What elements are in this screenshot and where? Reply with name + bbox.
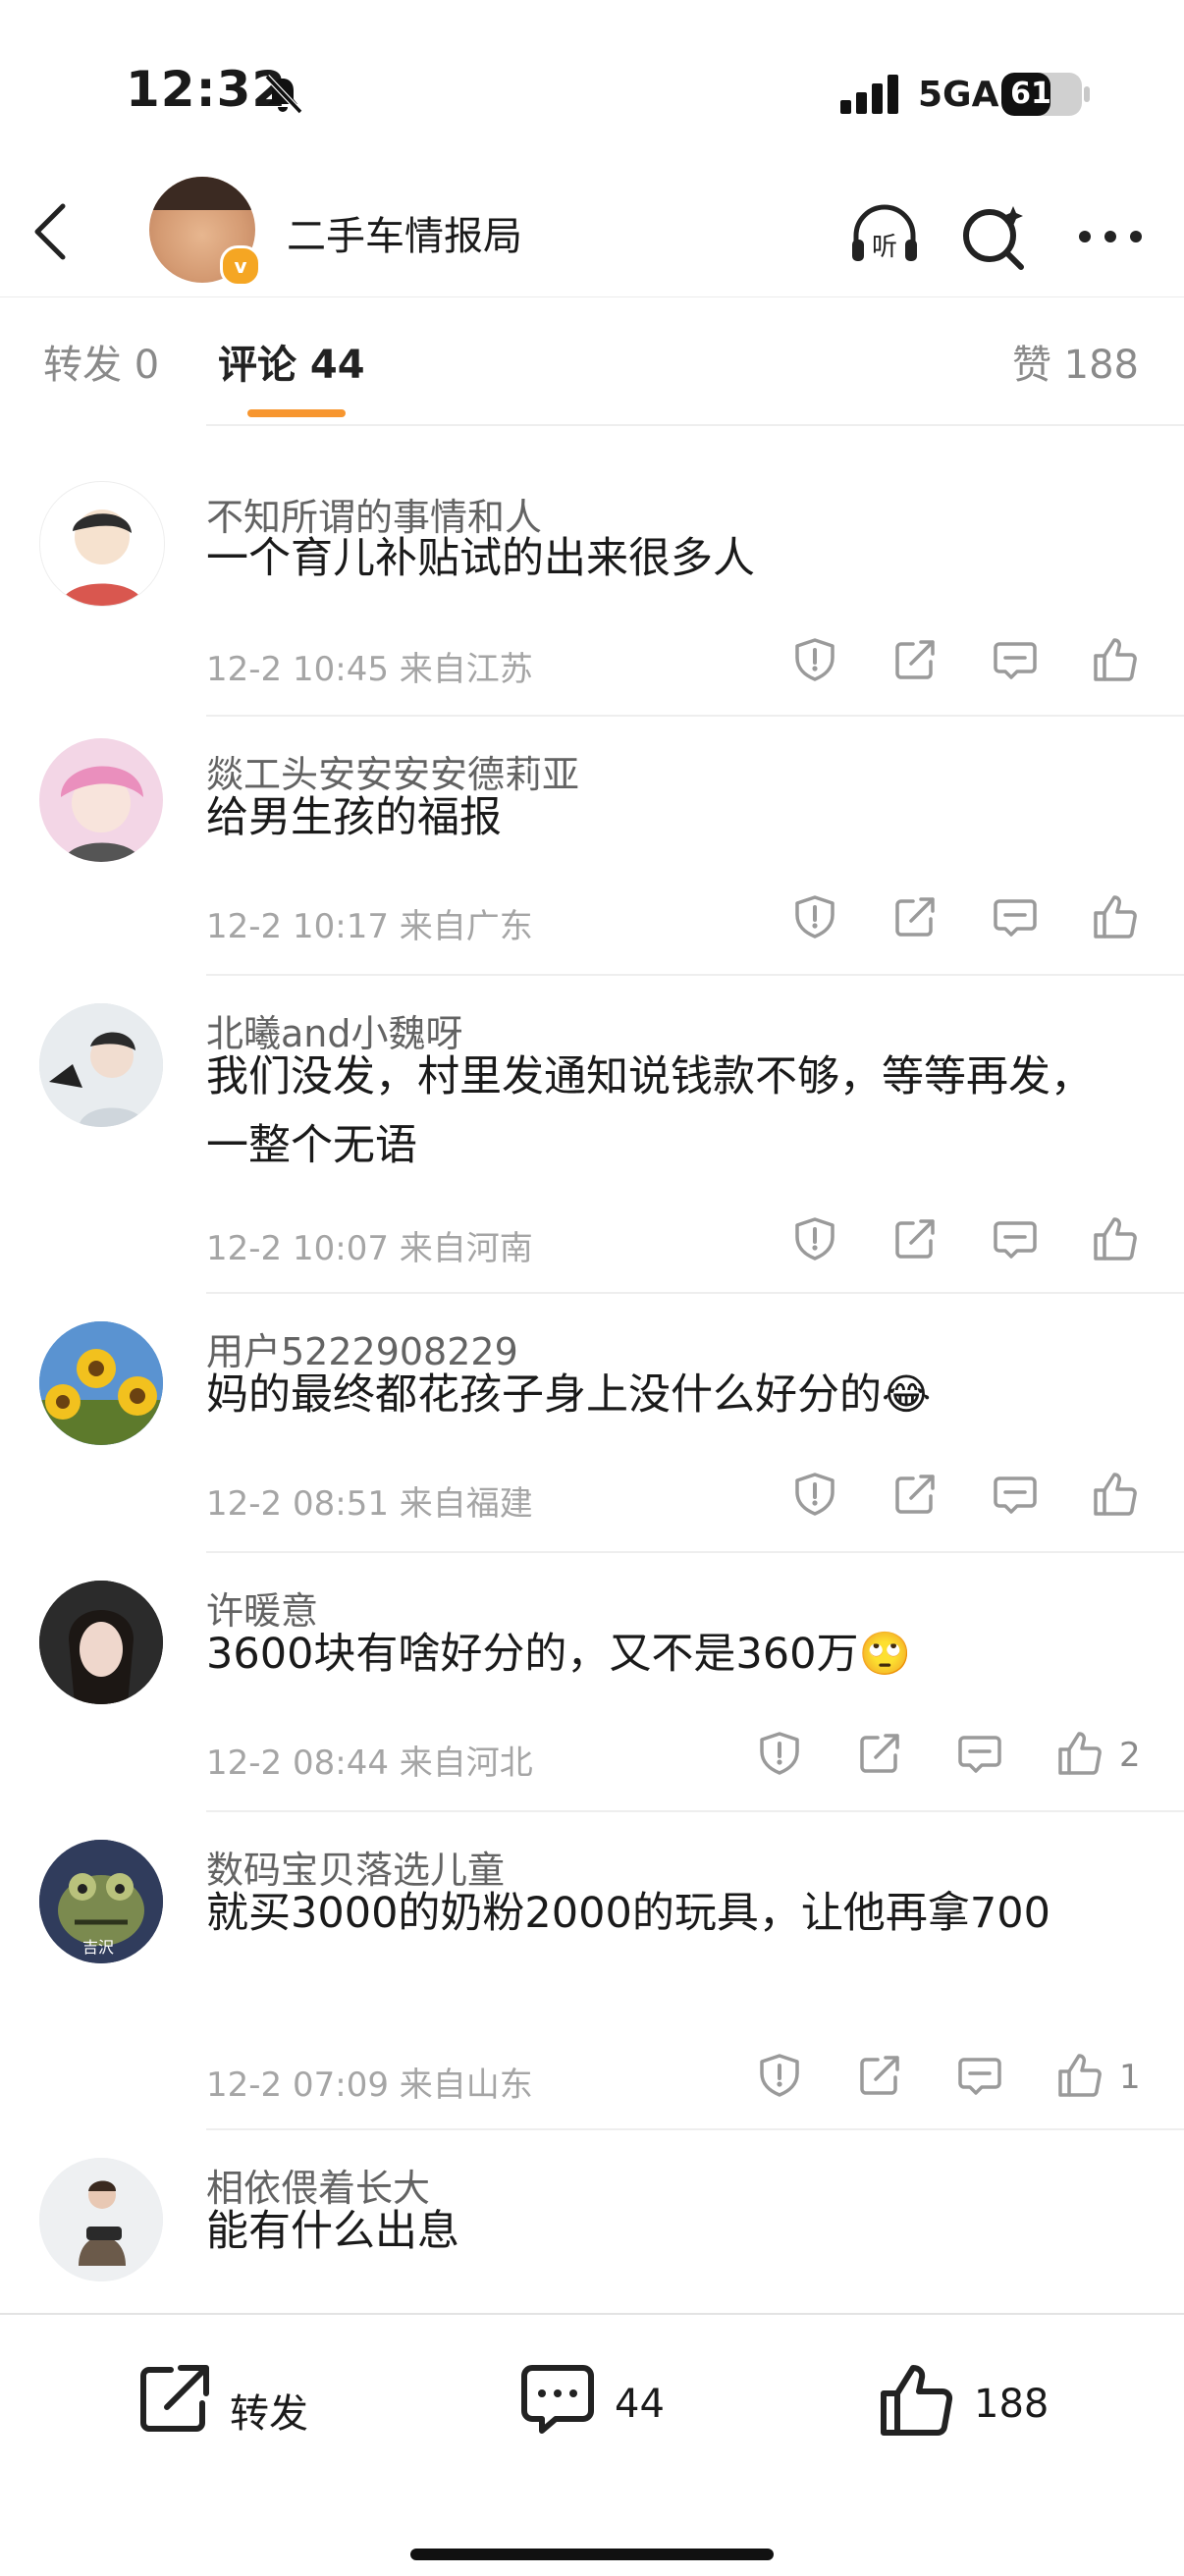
bell-muted-icon xyxy=(264,74,303,115)
tab-like[interactable]: 赞 188 xyxy=(1012,333,1139,390)
comment-meta: 12-2 10:45 来自江苏 xyxy=(206,650,533,689)
comment-like-count: 1 xyxy=(1119,2058,1141,2097)
repost-icon xyxy=(140,2365,209,2432)
search-sparkle-icon[interactable] xyxy=(954,196,1035,277)
bottom-like-count: 188 xyxy=(974,2382,1049,2427)
svg-text:听: 听 xyxy=(872,233,897,262)
bottom-like-button[interactable]: 188 xyxy=(878,2360,1074,2454)
comment-text: 一个育儿补贴试的出来很多人 xyxy=(206,534,755,583)
divider xyxy=(206,424,1184,426)
verified-badge-icon: v xyxy=(220,245,261,287)
thumbs-up-icon[interactable] xyxy=(1056,1730,1103,1777)
comment-bubble-icon[interactable] xyxy=(956,1730,1003,1777)
repost-icon[interactable] xyxy=(856,2052,903,2099)
report-shield-icon[interactable] xyxy=(791,636,838,683)
avatar-caption: 吉沢 xyxy=(82,1938,115,1957)
comment-meta: 12-2 08:51 来自福建 xyxy=(206,1484,533,1524)
more-dots-icon[interactable] xyxy=(1070,196,1151,277)
user-avatar[interactable] xyxy=(39,481,165,607)
divider xyxy=(206,715,1184,717)
thumbs-up-icon[interactable] xyxy=(1092,893,1139,940)
user-avatar[interactable] xyxy=(39,2158,163,2281)
page-title[interactable]: 二手车情报局 xyxy=(287,204,522,261)
comment-like-count: 2 xyxy=(1119,1736,1141,1775)
tab-repost[interactable]: 转发 0 xyxy=(43,333,159,390)
user-avatar[interactable]: 吉沢 xyxy=(39,1840,163,1963)
divider xyxy=(206,1292,1184,1294)
battery-tip xyxy=(1084,86,1090,102)
comment-bubble-icon[interactable] xyxy=(956,2052,1003,2099)
post-header: v 二手车情报局 听 xyxy=(0,177,1184,296)
report-shield-icon[interactable] xyxy=(791,893,838,940)
thumbs-up-icon[interactable] xyxy=(1092,1471,1139,1518)
thumbs-up-icon[interactable] xyxy=(1056,2052,1103,2099)
battery-icon: 61 xyxy=(1001,73,1082,116)
comment-text: 给男生孩的福报 xyxy=(206,793,502,842)
report-shield-icon[interactable] xyxy=(756,2052,803,2099)
report-shield-icon[interactable] xyxy=(791,1215,838,1262)
bottom-comment-count: 44 xyxy=(615,2382,665,2427)
report-shield-icon[interactable] xyxy=(791,1471,838,1518)
divider xyxy=(206,974,1184,976)
user-avatar[interactable] xyxy=(39,738,163,862)
post-tabs: 转发 0 评论 44 赞 188 xyxy=(0,296,1184,423)
divider xyxy=(206,2128,1184,2130)
battery-level: 61 xyxy=(1010,77,1051,111)
tab-comment[interactable]: 评论 44 xyxy=(218,333,365,390)
repost-icon[interactable] xyxy=(891,636,939,683)
user-avatar[interactable] xyxy=(39,1581,163,1704)
thumbs-up-icon[interactable] xyxy=(1092,1215,1139,1262)
report-shield-icon[interactable] xyxy=(756,1730,803,1777)
status-bar: 12:32 5GA 61 xyxy=(0,0,1184,177)
network-type: 5GA xyxy=(918,75,999,115)
repost-icon[interactable] xyxy=(891,1471,939,1518)
user-avatar[interactable] xyxy=(39,1321,163,1445)
comment-bubble-icon xyxy=(521,2365,594,2434)
repost-icon[interactable] xyxy=(891,893,939,940)
comment-text: 我们没发，村里发通知说钱款不够，等等再发，一整个无语 xyxy=(206,1052,1093,1170)
comment-text: 3600块有啥好分的，又不是360万🙄 xyxy=(206,1630,912,1679)
divider xyxy=(206,1551,1184,1553)
comment-bubble-icon[interactable] xyxy=(992,636,1039,683)
bottom-comment-button[interactable]: 44 xyxy=(518,2360,715,2454)
cell-signal-icon xyxy=(840,75,898,114)
back-chevron-icon[interactable] xyxy=(27,200,77,263)
user-avatar[interactable] xyxy=(39,1003,163,1127)
bottom-action-bar: 转发 44 188 xyxy=(0,2313,1184,2576)
headphones-listen-icon[interactable]: 听 xyxy=(844,196,925,277)
comment-bubble-icon[interactable] xyxy=(992,1471,1039,1518)
comment-meta: 12-2 07:09 来自山东 xyxy=(206,2066,533,2105)
comment-meta: 12-2 10:17 来自广东 xyxy=(206,907,533,946)
bottom-repost-button[interactable]: 转发 xyxy=(135,2360,371,2454)
home-indicator xyxy=(410,2549,774,2560)
thumbs-up-icon[interactable] xyxy=(1092,636,1139,683)
comment-bubble-icon[interactable] xyxy=(992,893,1039,940)
comment-text: 妈的最终都花孩子身上没什么好分的😂 xyxy=(206,1370,932,1420)
bottom-repost-label: 转发 xyxy=(230,2391,308,2437)
comment-text: 能有什么出息 xyxy=(206,2207,459,2256)
thumbs-up-icon xyxy=(881,2365,953,2436)
comment-meta: 12-2 10:07 来自河南 xyxy=(206,1229,533,1268)
repost-icon[interactable] xyxy=(891,1215,939,1262)
comment-meta: 12-2 08:44 来自河北 xyxy=(206,1744,533,1783)
active-tab-indicator xyxy=(247,409,346,417)
comment-bubble-icon[interactable] xyxy=(992,1215,1039,1262)
comment-text: 就买3000的奶粉2000的玩具，让他再拿700 xyxy=(206,1889,1050,1938)
repost-icon[interactable] xyxy=(856,1730,903,1777)
divider xyxy=(206,1810,1184,1812)
